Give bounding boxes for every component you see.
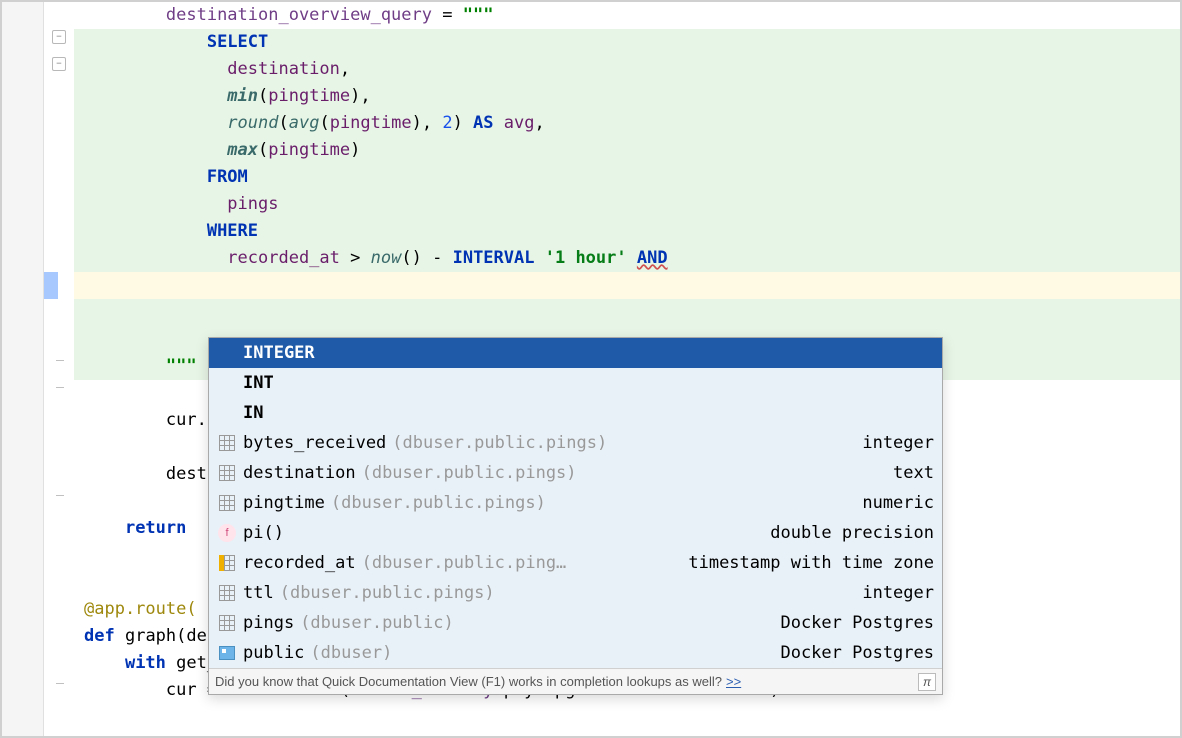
completion-item-name: pi()	[243, 523, 284, 543]
string-delim: """	[166, 356, 197, 376]
completion-item[interactable]: destination (dbuser.public.pings) text	[209, 458, 942, 488]
completion-popup[interactable]: INTEGER INT IN bytes_received (dbuser.publi…	[208, 337, 943, 695]
completion-item-name: INTEGER	[243, 343, 315, 363]
string-delim: """	[463, 5, 494, 25]
completion-item-name: recorded_at	[243, 553, 356, 573]
completion-item-hint: (dbuser.public)	[300, 613, 454, 633]
sql-func: round	[227, 113, 278, 133]
completion-item-type: integer	[862, 583, 934, 603]
table-icon	[217, 433, 237, 453]
sql-table: pings	[227, 194, 278, 214]
completion-item-name: pings	[243, 613, 294, 633]
fold-marker-icon[interactable]	[56, 387, 64, 388]
table-highlight-icon	[217, 553, 237, 573]
code-line: destination,	[74, 56, 1180, 83]
blank-icon	[217, 403, 237, 423]
completion-item-hint: (dbuser)	[310, 643, 392, 663]
code-line: pings	[74, 191, 1180, 218]
sql-column: destination	[227, 59, 340, 79]
code-line: FROM	[74, 164, 1180, 191]
code-line	[74, 299, 1180, 326]
table-icon	[217, 583, 237, 603]
completion-list[interactable]: INTEGER INT IN bytes_received (dbuser.publi…	[209, 338, 942, 668]
sql-column: recorded_at	[227, 248, 340, 268]
table-icon	[217, 493, 237, 513]
code-line: max(pingtime)	[74, 137, 1180, 164]
completion-item[interactable]: public (dbuser) Docker Postgres	[209, 638, 942, 668]
caret-line-indicator	[44, 272, 58, 299]
completion-item-type: numeric	[862, 493, 934, 513]
py-keyword: def	[84, 626, 115, 646]
completion-footer: Did you know that Quick Documentation Vi…	[209, 668, 942, 694]
code-line-current	[74, 272, 1180, 299]
table-icon	[217, 463, 237, 483]
pi-icon[interactable]: π	[918, 673, 936, 691]
sql-keyword: WHERE	[207, 221, 258, 241]
completion-item-name: IN	[243, 403, 263, 423]
completion-item[interactable]: bytes_received (dbuser.public.pings) inte…	[209, 428, 942, 458]
function-icon: f	[217, 523, 237, 543]
completion-item[interactable]: INTEGER	[209, 338, 942, 368]
code-line: recorded_at > now() - INTERVAL '1 hour' …	[74, 245, 1180, 272]
completion-item-hint: (dbuser.public.pings)	[331, 493, 546, 513]
blank-icon	[217, 373, 237, 393]
completion-item-name: ttl	[243, 583, 274, 603]
py-decorator: @app.route(	[84, 599, 197, 619]
completion-item[interactable]: pings (dbuser.public) Docker Postgres	[209, 608, 942, 638]
fold-marker-icon[interactable]	[56, 360, 64, 361]
table-icon	[217, 613, 237, 633]
completion-item-hint: (dbuser.public.pings)	[392, 433, 607, 453]
completion-item[interactable]: f pi() double precision	[209, 518, 942, 548]
completion-item-type: integer	[862, 433, 934, 453]
completion-item-name: pingtime	[243, 493, 325, 513]
sql-func: max	[227, 140, 258, 160]
completion-item[interactable]: INT	[209, 368, 942, 398]
completion-item-type: Docker Postgres	[780, 643, 934, 663]
sql-keyword: SELECT	[207, 32, 268, 52]
code-line: WHERE	[74, 218, 1180, 245]
footer-more-link[interactable]: >>	[726, 674, 741, 689]
completion-item-hint: (dbuser.public.pings)	[280, 583, 495, 603]
completion-item-name: public	[243, 643, 304, 663]
sql-keyword: FROM	[207, 167, 248, 187]
editor-gutter	[2, 2, 44, 736]
completion-item-name: bytes_received	[243, 433, 386, 453]
completion-item-name: destination	[243, 463, 356, 483]
sql-keyword-error: AND	[637, 248, 668, 268]
completion-item-type: text	[893, 463, 934, 483]
footer-hint-text: Did you know that Quick Documentation Vi…	[215, 674, 722, 689]
sql-func: min	[227, 86, 258, 106]
py-keyword: return	[125, 518, 186, 538]
fold-marker-icon[interactable]: −	[52, 30, 66, 44]
code-line: destination_overview_query = """	[74, 2, 1180, 29]
completion-item-name: INT	[243, 373, 274, 393]
completion-item[interactable]: recorded_at (dbuser.public.ping… timestam…	[209, 548, 942, 578]
code-line: round(avg(pingtime), 2) AS avg,	[74, 110, 1180, 137]
completion-item-hint: (dbuser.public.ping…	[362, 553, 567, 573]
code-line: SELECT	[74, 29, 1180, 56]
fold-marker-icon[interactable]	[56, 683, 64, 684]
variable-name: destination_overview_query	[166, 5, 432, 25]
completion-item-hint: (dbuser.public.pings)	[362, 463, 577, 483]
completion-item-type: double precision	[770, 523, 934, 543]
schema-icon	[217, 643, 237, 663]
completion-item[interactable]: ttl (dbuser.public.pings) integer	[209, 578, 942, 608]
completion-item[interactable]: IN	[209, 398, 942, 428]
completion-item[interactable]: pingtime (dbuser.public.pings) numeric	[209, 488, 942, 518]
blank-icon	[217, 343, 237, 363]
fold-marker-icon[interactable]	[56, 495, 64, 496]
completion-item-type: Docker Postgres	[780, 613, 934, 633]
code-line: min(pingtime),	[74, 83, 1180, 110]
completion-item-type: timestamp with time zone	[688, 553, 934, 573]
fold-marker-icon[interactable]: −	[52, 57, 66, 71]
editor-gutter-fold	[44, 2, 74, 736]
